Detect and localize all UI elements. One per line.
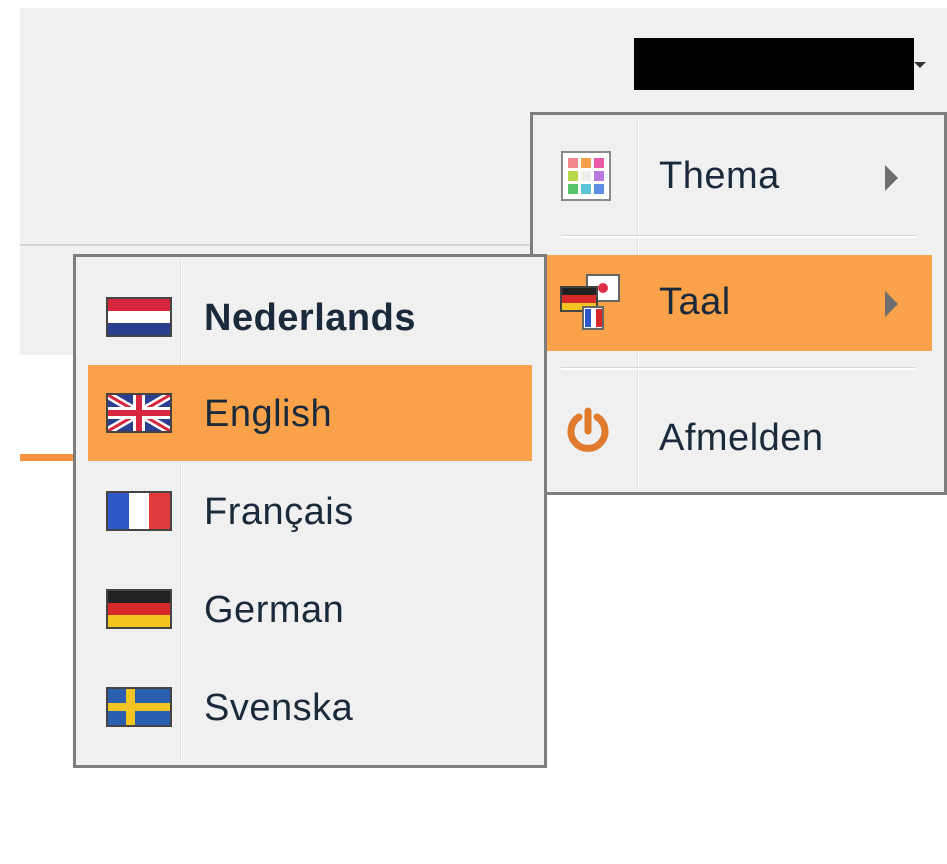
language-label: English	[204, 393, 333, 435]
menu-item-label: Taal	[659, 281, 731, 323]
theme-grid-icon	[561, 151, 611, 206]
flag-de-icon	[106, 589, 172, 629]
menu-item-logout[interactable]: Afmelden	[545, 387, 932, 483]
user-menu-button[interactable]	[634, 38, 914, 90]
language-label: Français	[204, 491, 354, 533]
language-label: Nederlands	[204, 297, 416, 339]
power-icon	[565, 407, 611, 462]
language-item-sv[interactable]: Svenska	[88, 659, 532, 755]
language-item-en[interactable]: English	[88, 365, 532, 461]
language-flags-icon	[559, 273, 621, 336]
language-label: German	[204, 589, 345, 631]
language-item-fr[interactable]: Français	[88, 463, 532, 559]
flag-nl-icon	[106, 297, 172, 337]
menu-separator	[561, 367, 916, 370]
menu-item-label: Thema	[659, 155, 780, 197]
active-tab-indicator	[20, 454, 80, 461]
menu-separator	[561, 235, 916, 238]
menu-item-label: Afmelden	[659, 417, 824, 459]
chevron-right-icon	[885, 291, 898, 317]
chevron-down-icon[interactable]	[914, 62, 926, 68]
chevron-right-icon	[885, 165, 898, 191]
language-item-nl[interactable]: Nederlands	[88, 267, 532, 363]
menu-item-language[interactable]: Taal	[545, 255, 932, 351]
flag-se-icon	[106, 687, 172, 727]
menu-item-theme[interactable]: Thema	[545, 125, 932, 221]
language-item-de[interactable]: German	[88, 561, 532, 657]
user-dropdown-menu: Thema Taal Afmelden	[530, 112, 947, 495]
flag-gb-icon	[106, 393, 172, 433]
header-divider	[20, 244, 560, 246]
language-submenu: Nederlands English Français German Svens…	[73, 254, 547, 768]
flag-fr-icon	[106, 491, 172, 531]
language-label: Svenska	[204, 687, 354, 729]
